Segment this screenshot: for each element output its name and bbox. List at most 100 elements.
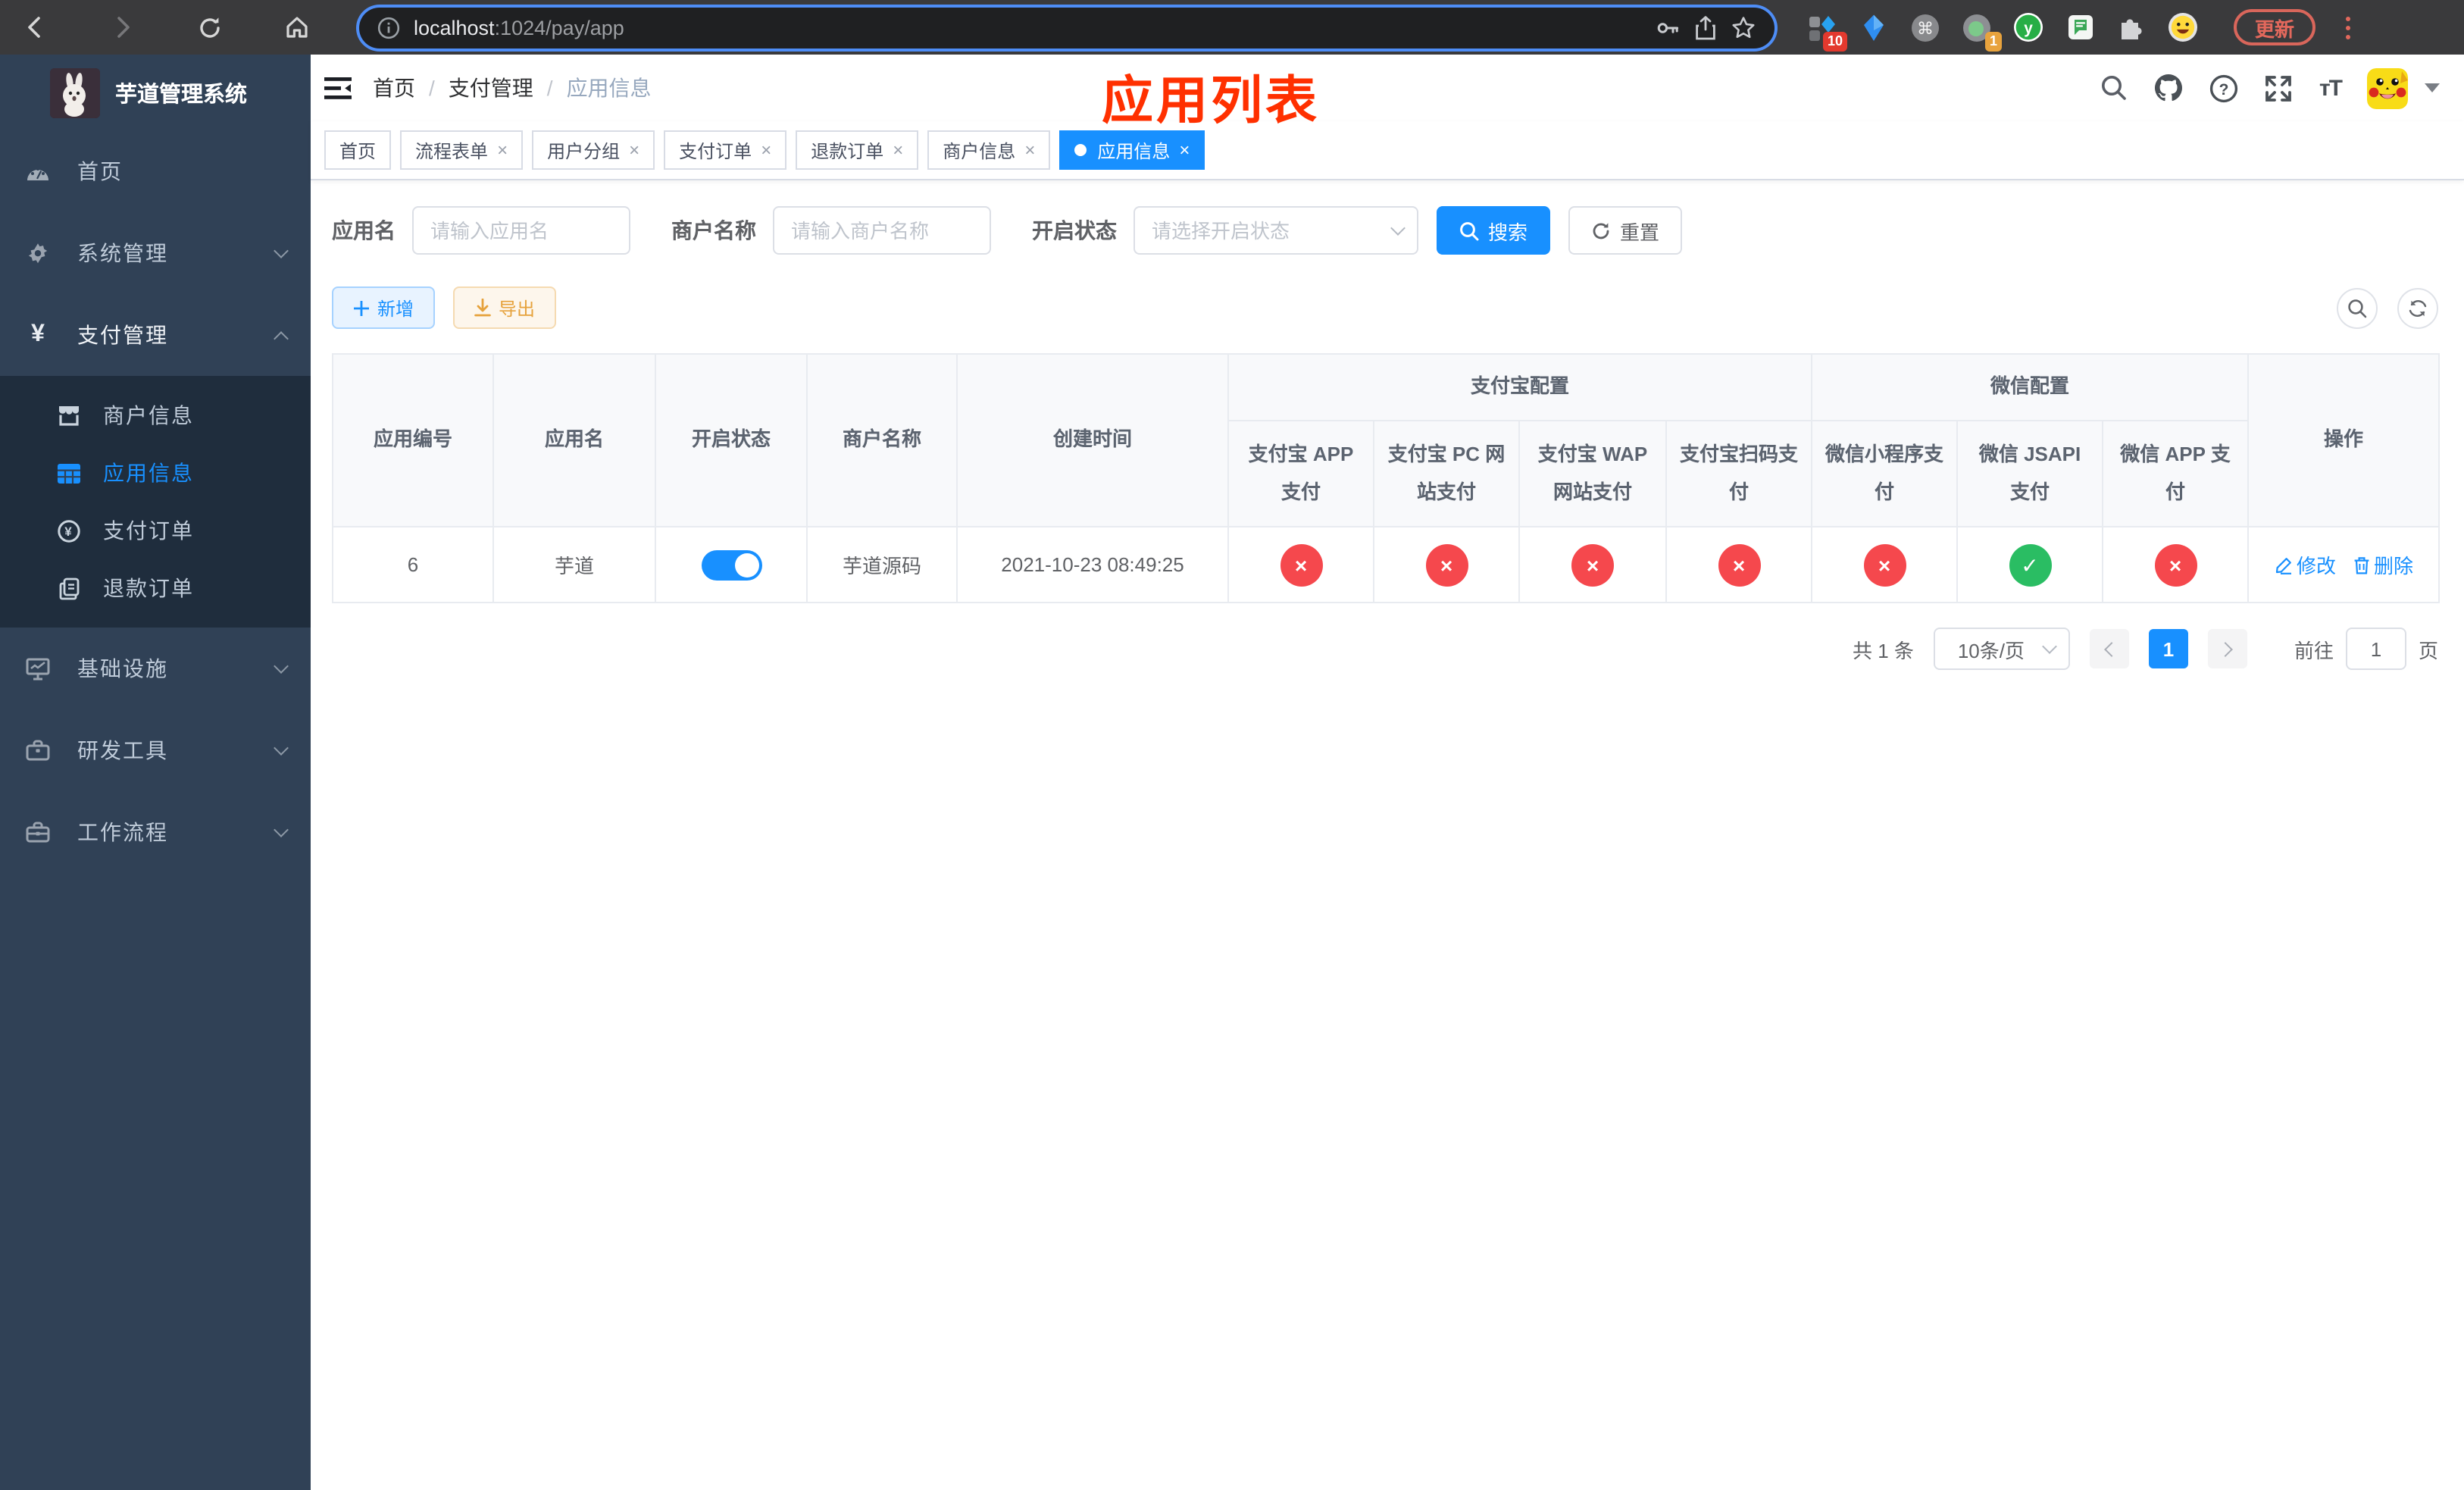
tab-label: 用户分组 [547,140,621,161]
page-content: 应用名 商户名称 开启状态 搜索 [311,180,2464,1490]
export-button-label: 导出 [499,298,536,319]
extension-apps-icon[interactable]: 10 [1808,13,1847,51]
reset-button-label: 重置 [1620,221,1660,243]
filter-form: 应用名 商户名称 开启状态 搜索 [332,206,2438,255]
back-icon[interactable] [21,14,48,41]
breadcrumb-section[interactable]: 支付管理 [449,73,533,103]
monitor-icon [26,657,50,680]
navbar-actions: ? тT [2101,67,2440,108]
search-button[interactable]: 搜索 [1437,206,1551,255]
sidebar-item-refund-orders[interactable]: 退款订单 [0,559,311,617]
search-icon [2348,299,2367,318]
merchant-name-label: 商户名称 [671,218,756,243]
chevron-down-icon [274,740,289,756]
github-icon[interactable] [2154,73,2184,103]
sidebar-item-devtools[interactable]: 研发工具 [0,709,311,791]
prev-page-button[interactable] [2089,629,2129,668]
avatar-dropdown-caret[interactable] [2425,83,2440,92]
store-icon [58,405,80,426]
sidebar-item-pay[interactable]: ¥ 支付管理 [0,294,311,376]
avatar[interactable] [2367,67,2408,108]
reload-icon[interactable] [197,14,223,40]
tab-refund-order[interactable]: 退款订单 [796,130,919,170]
status-x-icon: × [1425,543,1468,586]
status-toggle[interactable] [701,549,761,580]
sidebar-item-label: 首页 [77,159,123,183]
browser-update-button[interactable]: 更新 [2234,9,2316,45]
sidebar-collapse-icon[interactable] [324,77,352,99]
close-icon[interactable] [497,139,508,161]
briefcase-icon [26,822,50,843]
share-icon[interactable] [1694,14,1717,40]
extension-proxy-icon[interactable]: 1 [1962,13,2002,51]
goto-page-input[interactable] [2345,628,2406,670]
status-select-input[interactable] [1134,206,1418,255]
url-bar[interactable]: localhost:1024/pay/app [359,7,1775,48]
site-info-icon[interactable] [377,16,400,39]
fullscreen-icon[interactable] [2265,74,2294,102]
search-icon[interactable] [2101,74,2128,102]
extension-emoji-icon[interactable] [2169,13,2197,42]
app-name-input[interactable] [412,206,630,255]
sidebar-item-infra[interactable]: 基础设施 [0,628,311,709]
cell-alipay-pc: × [1373,526,1520,603]
chevron-up-icon [274,330,289,346]
cell-merchant: 芋道源码 [806,526,958,603]
col-group-wechat: 微信配置 [1811,353,2250,421]
sidebar-item-workflow[interactable]: 工作流程 [0,791,311,873]
help-icon[interactable]: ? [2210,74,2239,102]
status-x-icon: × [1718,543,1760,586]
col-app-name: 应用名 [492,353,656,527]
home-icon[interactable] [283,14,311,41]
browser-menu-icon[interactable] [2346,16,2351,39]
delete-link-label: 删除 [2374,555,2414,578]
refresh-table-button[interactable] [2397,287,2438,328]
close-icon[interactable] [1024,139,1035,161]
close-icon[interactable] [761,139,771,161]
extension-yudao-icon[interactable]: y [2014,13,2043,42]
sidebar-item-merchant-info[interactable]: 商户信息 [0,387,311,444]
close-icon[interactable] [629,139,639,161]
pay-circle-icon: ¥ [58,519,80,542]
next-page-button[interactable] [2207,629,2247,668]
extensions-puzzle-icon[interactable] [2117,13,2146,42]
extension-notes-icon[interactable] [2065,13,2094,42]
url-text[interactable]: localhost:1024/pay/app [414,16,1641,39]
tab-merchant-info[interactable]: 商户信息 [927,130,1051,170]
sidebar-item-pay-orders[interactable]: ¥ 支付订单 [0,502,311,559]
goto-label: 前往 [2294,639,2334,662]
tab-pay-order[interactable]: 支付订单 [664,130,787,170]
chevron-down-icon [274,243,289,258]
tab-app-info[interactable]: 应用信息 [1059,130,1205,170]
col-status: 开启状态 [655,353,808,527]
font-size-icon[interactable]: тT [2319,75,2343,101]
current-page-button[interactable]: 1 [2148,629,2188,668]
sidebar-logo[interactable]: 芋道管理系统 [0,55,311,130]
reset-button[interactable]: 重置 [1568,206,1683,255]
bookmark-star-icon[interactable] [1731,14,1756,40]
close-icon[interactable] [1179,139,1190,161]
tab-user-group[interactable]: 用户分组 [532,130,655,170]
close-icon[interactable] [893,139,903,161]
pagination: 共 1 条 10条/页 1 前往 页 [332,628,2438,670]
delete-link[interactable]: 删除 [2353,550,2413,579]
col-wx-app: 微信 APP 支付 [2102,420,2250,527]
add-button[interactable]: 新增 [332,286,436,329]
export-button[interactable]: 导出 [453,286,557,329]
tab-process-form[interactable]: 流程表单 [400,130,524,170]
show-search-toggle-button[interactable] [2337,287,2378,328]
edit-link[interactable]: 修改 [2274,550,2336,579]
status-select[interactable] [1134,206,1418,255]
sidebar-item-app-info[interactable]: 应用信息 [0,444,311,502]
password-key-icon[interactable] [1655,14,1681,40]
extension-command-icon[interactable]: ⌘ [1911,13,1940,42]
sidebar-item-home[interactable]: 首页 [0,130,311,212]
page-size-select[interactable]: 10条/页 [1933,628,2070,670]
merchant-name-input[interactable] [773,206,991,255]
forward-icon[interactable] [109,14,136,41]
tab-home[interactable]: 首页 [324,130,392,170]
sidebar-item-system[interactable]: 系统管理 [0,212,311,294]
extension-kite-icon[interactable] [1859,13,1888,42]
edit-link-label: 修改 [2297,555,2337,578]
breadcrumb-home[interactable]: 首页 [373,73,415,103]
